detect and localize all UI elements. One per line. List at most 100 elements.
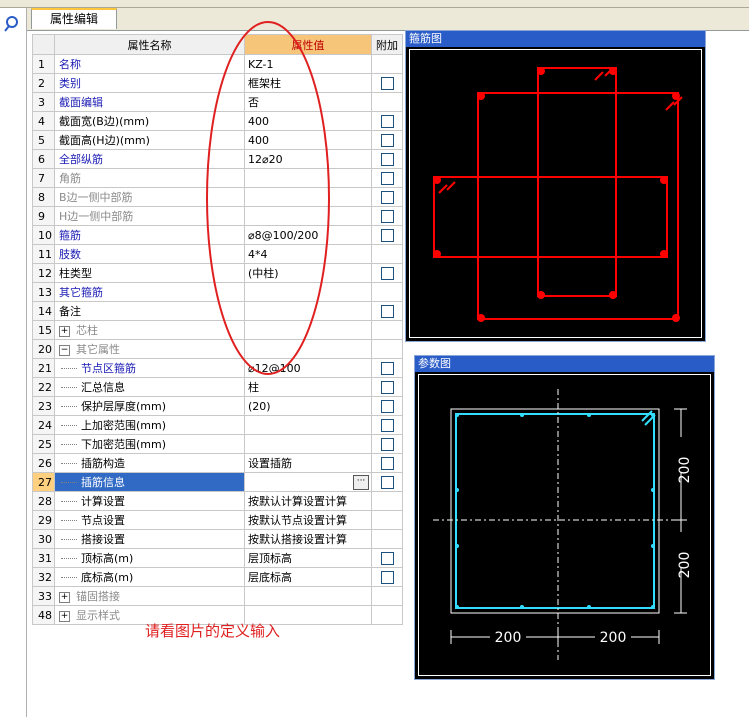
expand-icon[interactable]: +: [59, 325, 70, 337]
expand-icon[interactable]: +: [59, 610, 70, 622]
extra-checkbox[interactable]: [381, 437, 394, 451]
expand-icon[interactable]: +: [59, 591, 70, 603]
property-name-cell[interactable]: 汇总信息: [54, 377, 245, 397]
table-row[interactable]: 23 保护层厚度(mm) (20): [32, 396, 403, 416]
property-value-cell[interactable]: (中柱): [244, 263, 372, 283]
table-row[interactable]: 4 截面宽(B边)(mm) 400: [32, 111, 403, 131]
extra-checkbox[interactable]: [381, 570, 394, 584]
extra-checkbox[interactable]: [381, 266, 394, 280]
table-row[interactable]: 22 汇总信息 柱: [32, 377, 403, 397]
table-row[interactable]: 5 截面高(H边)(mm) 400: [32, 130, 403, 150]
property-value-cell[interactable]: [244, 187, 372, 207]
table-row[interactable]: 10 箍筋 ⌀8@100/200: [32, 225, 403, 245]
property-name-cell[interactable]: 类别: [54, 73, 245, 93]
table-row[interactable]: 1 名称 KZ-1: [32, 54, 403, 74]
property-value-cell[interactable]: KZ-1: [244, 54, 372, 74]
table-row[interactable]: 9 H边一侧中部筋: [32, 206, 403, 226]
property-value-cell[interactable]: 400: [244, 130, 372, 150]
extra-checkbox[interactable]: [381, 551, 394, 565]
table-row[interactable]: 26 插筋构造 设置插筋: [32, 453, 403, 473]
property-value-cell[interactable]: [244, 434, 372, 454]
table-row[interactable]: 2 类别 框架柱: [32, 73, 403, 93]
property-value-cell[interactable]: 设置插筋: [244, 453, 372, 473]
extra-checkbox[interactable]: [381, 171, 394, 185]
table-row[interactable]: 11 肢数 4*4: [32, 244, 403, 264]
property-value-cell[interactable]: [244, 206, 372, 226]
property-name-cell[interactable]: 保护层厚度(mm): [54, 396, 245, 416]
property-name-cell[interactable]: H边一侧中部筋: [54, 206, 245, 226]
property-value-cell[interactable]: [244, 320, 372, 340]
collapse-icon[interactable]: −: [59, 344, 70, 356]
table-row[interactable]: 7 角筋: [32, 168, 403, 188]
table-row[interactable]: 25 下加密范围(mm): [32, 434, 403, 454]
table-row[interactable]: 13 其它箍筋: [32, 282, 403, 302]
property-value-cell[interactable]: 框架柱: [244, 73, 372, 93]
extra-checkbox[interactable]: [381, 475, 394, 489]
property-name-cell[interactable]: 箍筋: [54, 225, 245, 245]
property-value-cell[interactable]: 按默认计算设置计算: [244, 491, 372, 511]
header-value[interactable]: 属性值: [244, 34, 372, 55]
property-value-cell[interactable]: 4*4: [244, 244, 372, 264]
table-row[interactable]: 29 节点设置 按默认节点设置计算: [32, 510, 403, 530]
property-value-cell[interactable]: 层顶标高: [244, 548, 372, 568]
property-value-cell[interactable]: [244, 301, 372, 321]
extra-checkbox[interactable]: [381, 361, 394, 375]
property-value-cell[interactable]: 柱: [244, 377, 372, 397]
header-name[interactable]: 属性名称: [54, 34, 245, 55]
ellipsis-button[interactable]: ···: [353, 474, 369, 490]
property-name-cell[interactable]: − 其它属性: [54, 339, 245, 359]
property-value-cell[interactable]: (20): [244, 396, 372, 416]
extra-checkbox[interactable]: [381, 399, 394, 413]
table-row[interactable]: 30 搭接设置 按默认搭接设置计算: [32, 529, 403, 549]
table-row[interactable]: 24 上加密范围(mm): [32, 415, 403, 435]
table-row[interactable]: 33 + 锚固搭接: [32, 586, 403, 606]
extra-checkbox[interactable]: [381, 418, 394, 432]
property-value-cell[interactable]: 12⌀20: [244, 149, 372, 169]
property-value-cell[interactable]: [244, 282, 372, 302]
extra-checkbox[interactable]: [381, 456, 394, 470]
property-value-cell[interactable]: 400: [244, 111, 372, 131]
property-name-cell[interactable]: 备注: [54, 301, 245, 321]
table-row[interactable]: 14 备注: [32, 301, 403, 321]
property-name-cell[interactable]: + 芯柱: [54, 320, 245, 340]
property-name-cell[interactable]: 上加密范围(mm): [54, 415, 245, 435]
table-row[interactable]: 3 截面编辑 否: [32, 92, 403, 112]
header-extra[interactable]: 附加: [371, 34, 403, 55]
table-row[interactable]: 21 节点区箍筋 ⌀12@100: [32, 358, 403, 378]
property-value-cell[interactable]: 按默认搭接设置计算: [244, 529, 372, 549]
property-name-cell[interactable]: 名称: [54, 54, 245, 74]
table-row[interactable]: 8 B边一侧中部筋: [32, 187, 403, 207]
property-name-cell[interactable]: 全部纵筋: [54, 149, 245, 169]
extra-checkbox[interactable]: [381, 114, 394, 128]
extra-checkbox[interactable]: [381, 133, 394, 147]
table-row[interactable]: 27 插筋信息 ···: [32, 472, 403, 492]
property-name-cell[interactable]: 下加密范围(mm): [54, 434, 245, 454]
property-name-cell[interactable]: 角筋: [54, 168, 245, 188]
property-name-cell[interactable]: 计算设置: [54, 491, 245, 511]
table-row[interactable]: 32 底标高(m) 层底标高: [32, 567, 403, 587]
property-name-cell[interactable]: 搭接设置: [54, 529, 245, 549]
extra-checkbox[interactable]: [381, 228, 394, 242]
property-name-cell[interactable]: + 锚固搭接: [54, 586, 245, 606]
property-value-cell[interactable]: [244, 415, 372, 435]
property-name-cell[interactable]: 肢数: [54, 244, 245, 264]
property-name-cell[interactable]: 插筋信息: [54, 472, 245, 492]
tab-property-edit[interactable]: 属性编辑: [31, 8, 117, 29]
property-name-cell[interactable]: 截面编辑: [54, 92, 245, 112]
property-name-cell[interactable]: 截面宽(B边)(mm): [54, 111, 245, 131]
property-value-cell[interactable]: [244, 586, 372, 606]
property-value-cell[interactable]: ⌀12@100: [244, 358, 372, 378]
table-row[interactable]: 15 + 芯柱: [32, 320, 403, 340]
table-row[interactable]: 6 全部纵筋 12⌀20: [32, 149, 403, 169]
property-name-cell[interactable]: 节点区箍筋: [54, 358, 245, 378]
property-name-cell[interactable]: 截面高(H边)(mm): [54, 130, 245, 150]
property-value-cell[interactable]: [244, 168, 372, 188]
extra-checkbox[interactable]: [381, 152, 394, 166]
extra-checkbox[interactable]: [381, 190, 394, 204]
extra-checkbox[interactable]: [381, 76, 394, 90]
table-row[interactable]: 12 柱类型 (中柱): [32, 263, 403, 283]
property-name-cell[interactable]: 其它箍筋: [54, 282, 245, 302]
property-value-cell[interactable]: ⌀8@100/200: [244, 225, 372, 245]
property-value-cell[interactable]: ···: [244, 472, 372, 492]
property-name-cell[interactable]: 底标高(m): [54, 567, 245, 587]
